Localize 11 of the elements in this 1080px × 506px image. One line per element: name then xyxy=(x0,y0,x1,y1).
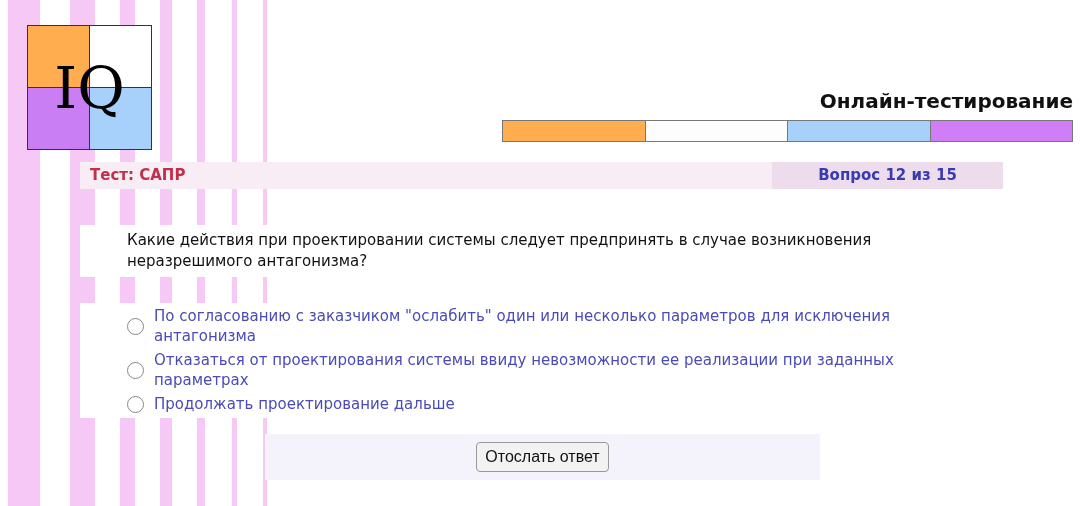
answer-option[interactable]: По согласованию с заказчиком "ослабить" один или несколько параметров для исключения антагонизма xyxy=(127,306,927,346)
answer-option[interactable]: Отказаться от проектирования системы ввиду невозможности ее реализации при заданных параметрах xyxy=(127,350,927,390)
radio-button[interactable] xyxy=(127,317,144,335)
test-label: Тест: САПР xyxy=(89,165,186,187)
question-counter: Вопрос 12 из 15 xyxy=(772,162,1003,189)
answer-option[interactable]: Продолжать проектирование дальше xyxy=(127,394,927,414)
submit-button[interactable]: Отослать ответ xyxy=(476,442,609,472)
question-text: Какие действия при проектировании системы следует предпринять в случае возникновения неразрешимого антагонизма? xyxy=(127,230,873,272)
radio-button[interactable] xyxy=(127,395,144,413)
page-title: Онлайн-тестирование xyxy=(819,89,1073,114)
radio-button[interactable] xyxy=(127,361,144,379)
